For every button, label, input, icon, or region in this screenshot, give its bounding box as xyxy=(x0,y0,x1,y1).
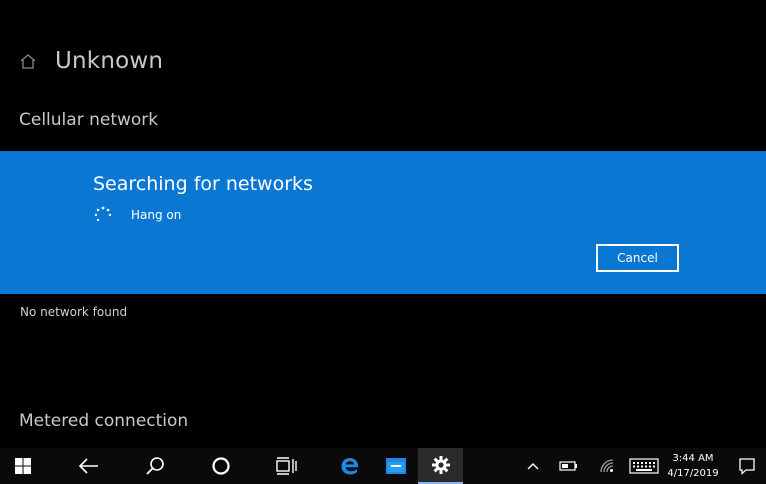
battery-icon[interactable] xyxy=(556,448,582,484)
page-title: Unknown xyxy=(55,48,164,74)
back-arrow-icon[interactable] xyxy=(66,448,112,484)
home-icon[interactable] xyxy=(19,52,37,70)
searching-dialog: Searching for networks Hang on Cancel xyxy=(0,151,766,294)
clock-time: 3:44 AM xyxy=(672,453,714,464)
settings-icon[interactable] xyxy=(418,448,463,484)
taskbar-clock[interactable]: 3:44 AM 4/17/2019 xyxy=(660,451,726,481)
progress-spinner-icon xyxy=(93,205,113,225)
progress-row: Hang on xyxy=(93,205,181,225)
cancel-button[interactable]: Cancel xyxy=(596,244,679,272)
taskbar: 3:44 AM 4/17/2019 xyxy=(0,448,766,484)
windows-start-icon[interactable] xyxy=(0,448,46,484)
task-view-icon[interactable] xyxy=(263,448,309,484)
wifi-icon[interactable] xyxy=(596,448,620,484)
page-header: Unknown xyxy=(19,48,163,74)
cellular-network-heading: Cellular network xyxy=(19,110,159,130)
cortana-icon[interactable] xyxy=(198,448,244,484)
show-hidden-icons-chevron[interactable] xyxy=(522,448,544,484)
settings-screen: Unknown Cellular network Searching for n… xyxy=(0,0,766,484)
clock-date: 4/17/2019 xyxy=(667,468,719,479)
progress-text: Hang on xyxy=(131,208,182,222)
metered-connection-heading: Metered connection xyxy=(19,411,189,431)
no-network-status: No network found xyxy=(20,305,128,319)
edge-icon[interactable] xyxy=(328,448,372,484)
action-center-icon[interactable] xyxy=(734,448,760,484)
touch-keyboard-icon[interactable] xyxy=(626,448,662,484)
file-explorer-icon[interactable] xyxy=(374,448,418,484)
dialog-title: Searching for networks xyxy=(93,173,313,195)
search-icon[interactable] xyxy=(132,448,178,484)
